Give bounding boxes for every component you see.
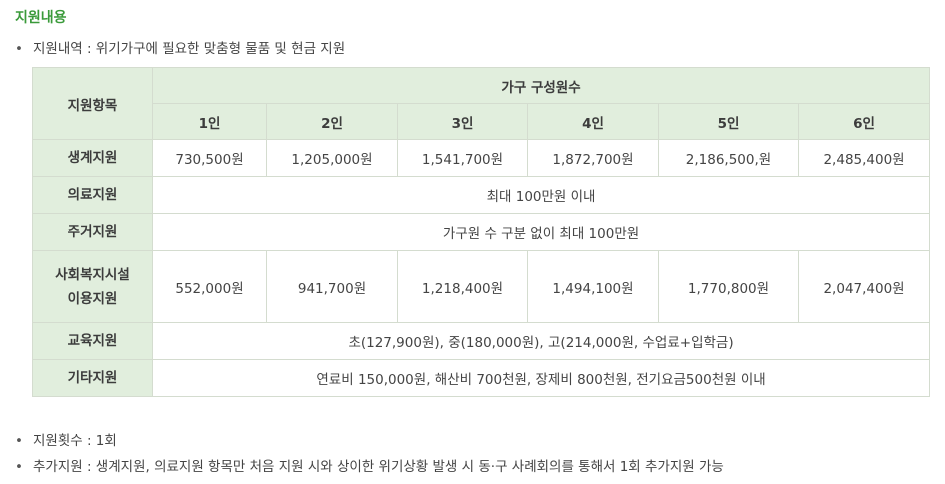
support-count-text: 지원횟수 : 1회 — [33, 433, 117, 449]
table-cell-merged: 연료비 150,000원, 해산비 700천원, 장제비 800천원, 전기요금… — [151, 359, 931, 397]
table-cell: 1,218,400원 — [397, 250, 528, 323]
table-row: 사회복지시설 이용지원 552,000원 941,700원 1,218,400원… — [32, 250, 931, 323]
row-header-welfare: 사회복지시설 이용지원 — [32, 250, 153, 323]
support-count-item: • 지원횟수 : 1회 — [15, 429, 117, 449]
group-header: 가구 구성원수 — [151, 67, 931, 104]
table-row: 기타지원 연료비 150,000원, 해산비 700천원, 장제비 800천원,… — [32, 359, 931, 397]
table-row: 생계지원 730,500원 1,205,000원 1,541,700원 1,87… — [32, 139, 931, 177]
support-content-item: • 지원내역 : 위기가구에 필요한 맞춤형 물품 및 현금 지원 — [15, 37, 345, 57]
row-header-medical: 의료지원 — [32, 176, 153, 214]
table-row: 의료지원 최대 100만원 이내 — [32, 176, 931, 214]
table-cell: 2,485,400원 — [797, 139, 931, 177]
table-cell: 1,541,700원 — [397, 139, 528, 177]
extra-support-item: • 추가지원 : 생계지원, 의료지원 항목만 처음 지원 시와 상이한 위기상황… — [15, 455, 724, 475]
table-cell: 2,047,400원 — [797, 250, 931, 323]
bullet-icon: • — [15, 41, 23, 57]
table-row: 교육지원 초(127,900원), 중(180,000원), 고(214,000… — [32, 322, 931, 360]
table-cell-merged: 최대 100만원 이내 — [151, 176, 931, 214]
row-header-housing: 주거지원 — [32, 213, 153, 251]
table-cell: 2,186,500,원 — [658, 139, 799, 177]
support-content-text: 지원내역 : 위기가구에 필요한 맞춤형 물품 및 현금 지원 — [33, 41, 346, 57]
table-row: 주거지원 가구원 수 구분 없이 최대 100만원 — [32, 213, 931, 251]
table-cell: 1,494,100원 — [527, 250, 659, 323]
row-header-education: 교육지원 — [32, 322, 153, 360]
row-header-living: 생계지원 — [32, 139, 153, 177]
table-cell-merged: 초(127,900원), 중(180,000원), 고(214,000원, 수업… — [151, 322, 931, 360]
column-header-6: 6인 — [797, 103, 931, 140]
column-header-3: 3인 — [397, 103, 528, 140]
extra-support-text: 추가지원 : 생계지원, 의료지원 항목만 처음 지원 시와 상이한 위기상황 … — [33, 459, 724, 475]
column-header-5: 5인 — [658, 103, 799, 140]
table-cell: 1,770,800원 — [658, 250, 799, 323]
table-cell: 1,872,700원 — [527, 139, 659, 177]
table-cell: 730,500원 — [152, 139, 267, 177]
row-header-welfare-line1: 사회복지시설 — [55, 266, 130, 283]
table-cell: 552,000원 — [152, 250, 267, 323]
table-cell-merged: 가구원 수 구분 없이 최대 100만원 — [151, 213, 931, 251]
support-table: 지원항목 가구 구성원수 1인 2인 3인 4인 5인 6인 생계지원 730,… — [32, 67, 931, 397]
column-header-4: 4인 — [527, 103, 659, 140]
row-header-other: 기타지원 — [32, 359, 153, 397]
column-header-2: 2인 — [266, 103, 398, 140]
bullet-icon: • — [15, 433, 23, 449]
table-cell: 941,700원 — [266, 250, 398, 323]
row-header-welfare-line2: 이용지원 — [67, 290, 118, 307]
bullet-icon: • — [15, 459, 23, 475]
section-title: 지원내용 — [15, 10, 67, 26]
column-header-1: 1인 — [152, 103, 267, 140]
table-cell: 1,205,000원 — [266, 139, 398, 177]
corner-header: 지원항목 — [32, 67, 153, 140]
